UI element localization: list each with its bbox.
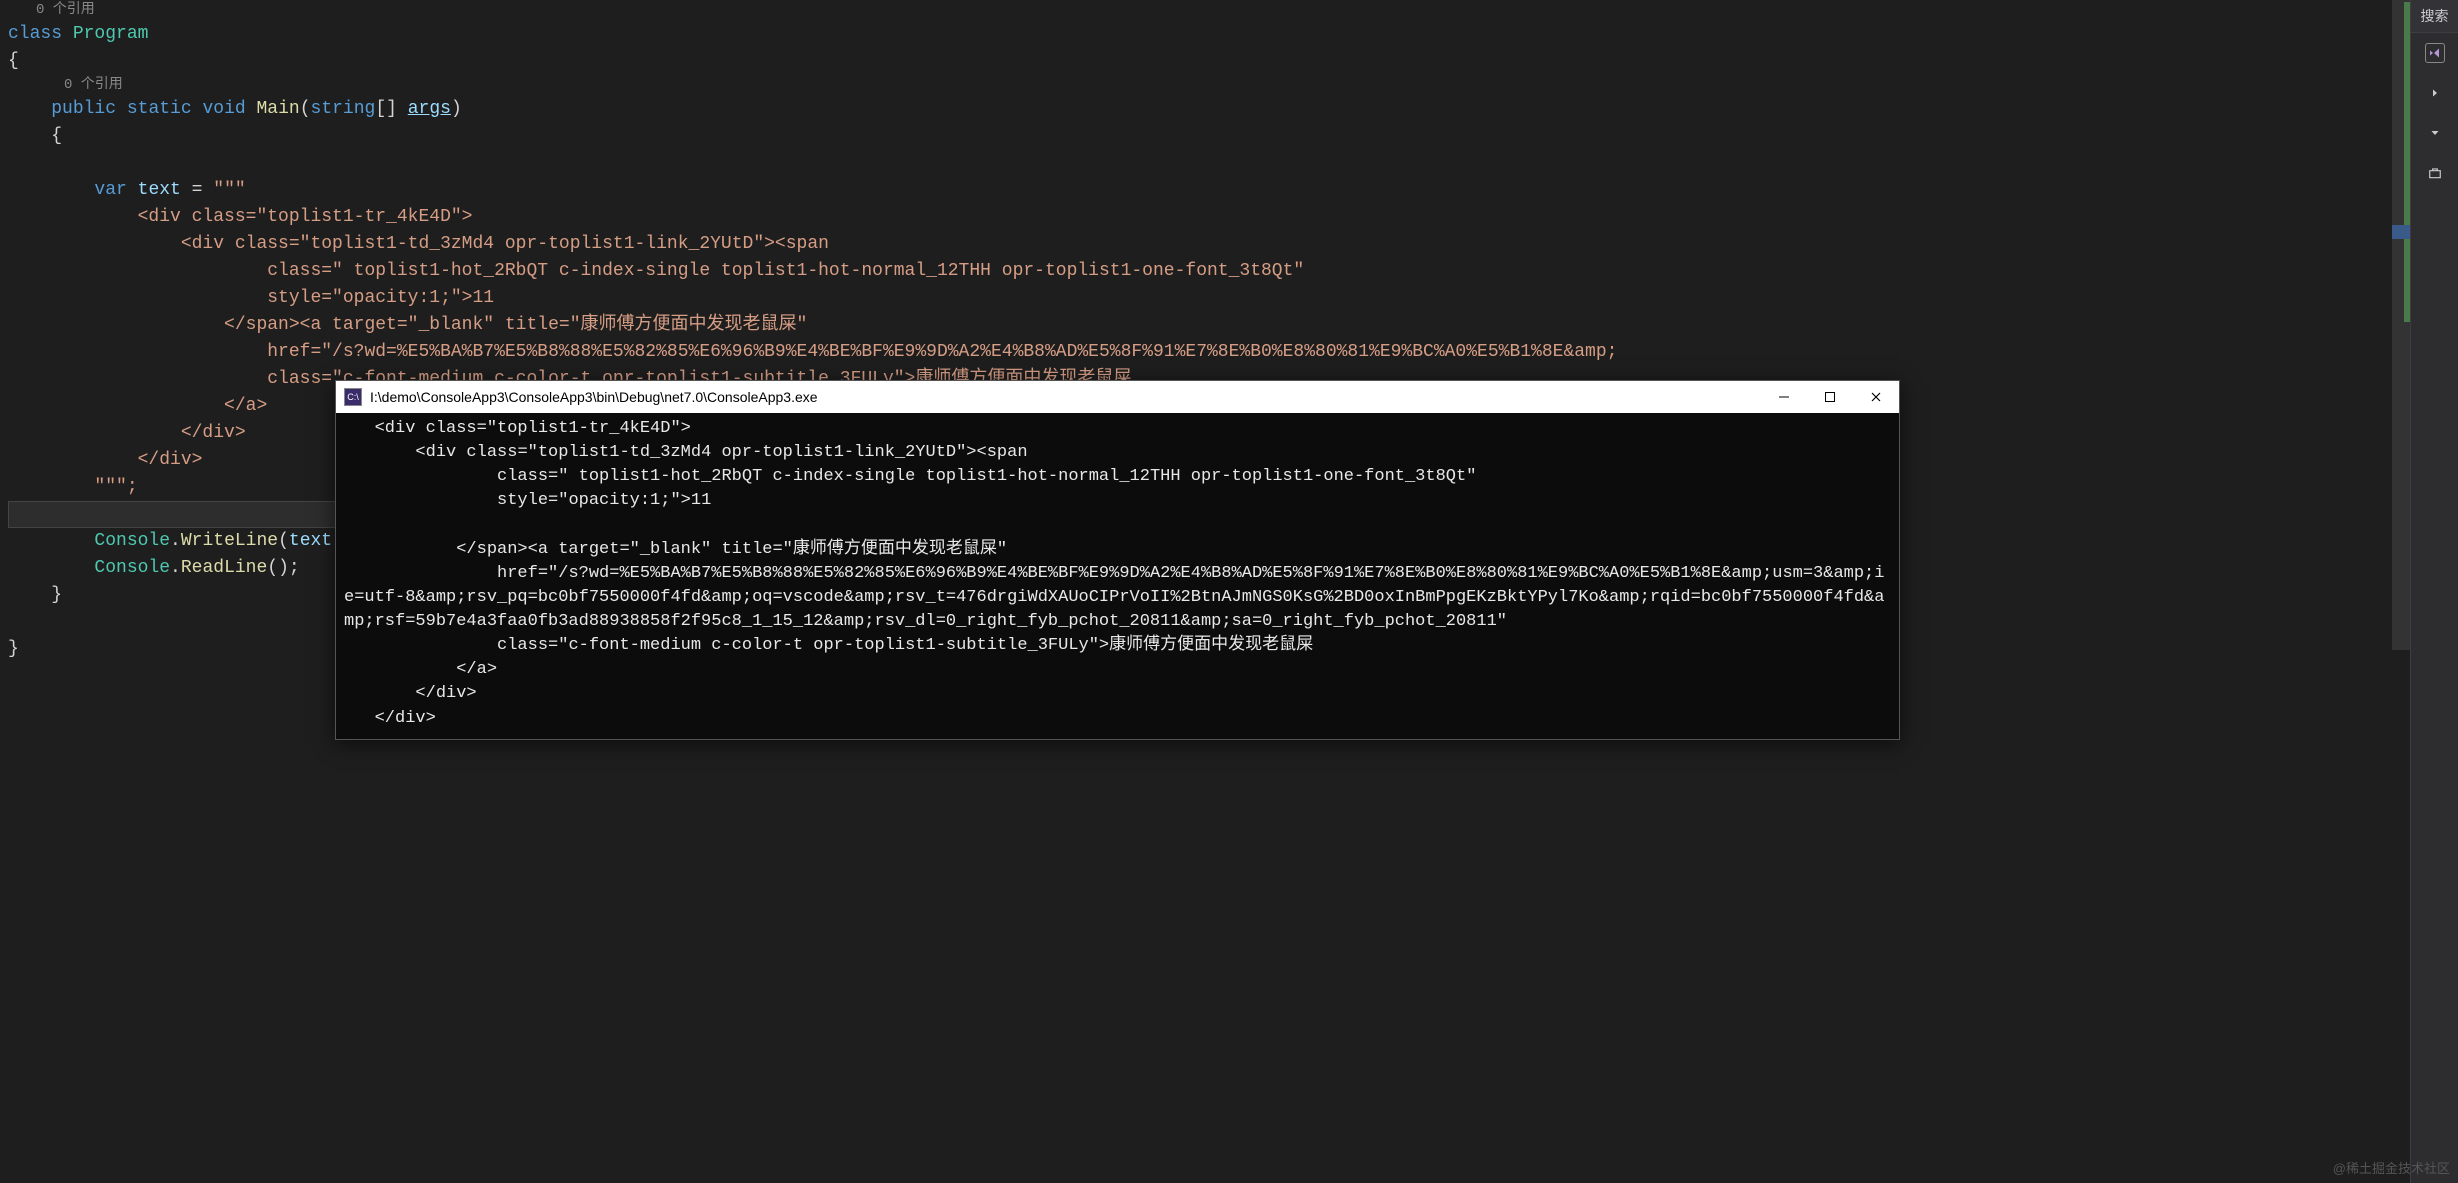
chevron-down-icon[interactable] [2425, 123, 2445, 143]
console-window[interactable]: C:\ I:\demo\ConsoleApp3\ConsoleApp3\bin\… [335, 380, 1900, 740]
string-literal-line: href="/s?wd=%E5%BA%B7%E5%B8%88%E5%82%85%… [8, 339, 1500, 366]
string-literal-line: style="opacity:1;">11 [8, 285, 1500, 312]
side-toolbar: 搜索 [2410, 0, 2458, 1183]
console-titlebar[interactable]: C:\ I:\demo\ConsoleApp3\ConsoleApp3\bin\… [336, 381, 1899, 413]
minimap-viewport[interactable] [2392, 225, 2410, 239]
codelens-references[interactable]: 0 个引用 [8, 0, 1500, 21]
string-literal-line: <div class="toplist1-tr_4kE4D"> [8, 204, 1500, 231]
code-line: class Program [8, 21, 1500, 48]
console-output: <div class="toplist1-tr_4kE4D"> <div cla… [336, 413, 1899, 739]
code-line: { [8, 48, 1500, 75]
maximize-button[interactable] [1807, 381, 1853, 413]
code-line: { [8, 123, 1500, 150]
code-line: var text = """ [8, 177, 1500, 204]
string-literal-line: <div class="toplist1-td_3zMd4 opr-toplis… [8, 231, 1500, 258]
code-line [8, 150, 1500, 177]
search-tool-label[interactable]: 搜索 [2411, 0, 2458, 33]
watermark: @稀土掘金技术社区 [2333, 1158, 2450, 1177]
string-literal-line: </span><a target="_blank" title="康师傅方便面中… [8, 312, 1500, 339]
chevron-right-icon[interactable] [2425, 83, 2445, 103]
minimize-button[interactable] [1761, 381, 1807, 413]
vs-logo-icon[interactable] [2425, 43, 2445, 63]
console-app-icon: C:\ [344, 388, 362, 406]
console-title: I:\demo\ConsoleApp3\ConsoleApp3\bin\Debu… [370, 389, 1761, 405]
code-line: public static void Main(string[] args) [8, 96, 1500, 123]
toolbox-icon[interactable] [2425, 163, 2445, 183]
string-literal-line: class=" toplist1-hot_2RbQT c-index-singl… [8, 258, 1500, 285]
keyword-class: class [8, 24, 62, 44]
close-button[interactable] [1853, 381, 1899, 413]
codelens-references[interactable]: 0 个引用 [8, 75, 1500, 96]
type-name: Program [73, 24, 149, 44]
